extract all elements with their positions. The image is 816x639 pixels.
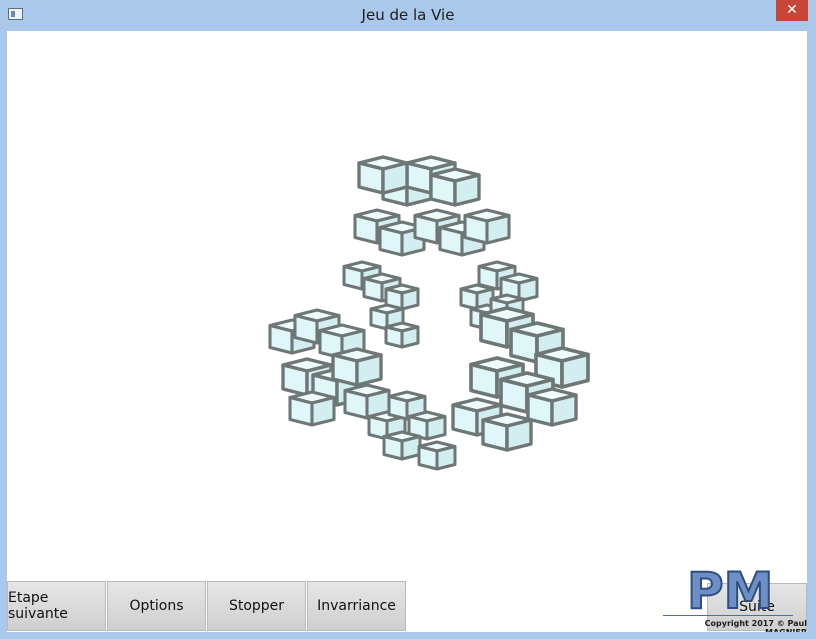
cell-cube	[429, 167, 481, 207]
cell-cube	[526, 387, 578, 427]
cell-cube	[463, 208, 511, 245]
close-button[interactable]: ✕	[776, 0, 808, 21]
options-button[interactable]: Options	[107, 581, 206, 631]
cell-cube	[357, 155, 409, 195]
logo-text: PM	[687, 562, 773, 618]
cell-cube	[481, 412, 533, 452]
toolbar: Etape suivante Options Stopper Invarrian…	[7, 581, 407, 631]
cell-cube	[382, 430, 422, 461]
logo-underline	[663, 615, 793, 616]
cell-cube	[288, 390, 336, 427]
window-title: Jeu de la Vie	[361, 6, 455, 24]
title-bar: Jeu de la Vie ✕	[0, 0, 816, 31]
next-step-button[interactable]: Etape suivante	[7, 581, 106, 631]
cell-cube	[417, 440, 457, 471]
stop-button[interactable]: Stopper	[207, 581, 306, 631]
cell-cube	[384, 321, 420, 349]
cell-cube	[331, 347, 383, 387]
invariance-button[interactable]: Invarriance	[307, 581, 406, 631]
cube-scene[interactable]	[7, 31, 807, 632]
copyright-text: Copyright 2017 © Paul MAGNIER	[704, 619, 807, 632]
game-viewport: Etape suivante Options Stopper Invarrian…	[7, 31, 807, 632]
pm-logo: PM	[686, 561, 774, 618]
